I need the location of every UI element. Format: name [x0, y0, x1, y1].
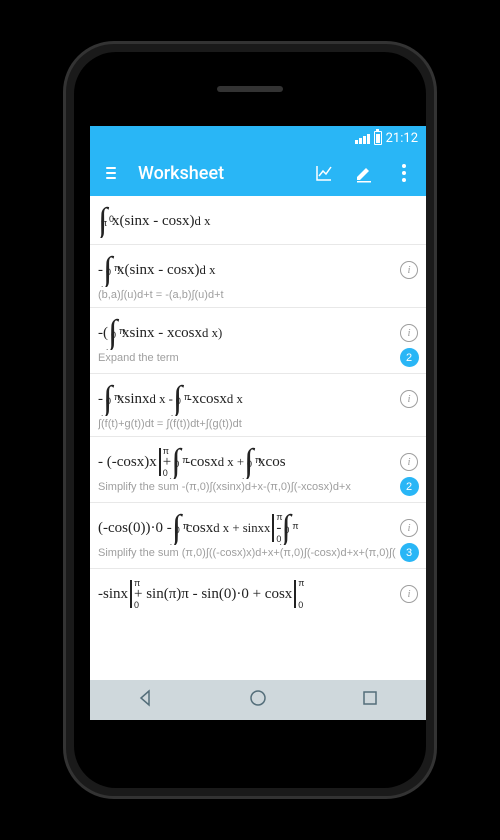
edit-icon[interactable] — [354, 163, 374, 183]
info-icon[interactable]: i — [400, 585, 418, 603]
step-hint: (b,a)∫(u)d+t = -(a,b)∫(u)d+t — [98, 289, 396, 301]
step-row[interactable]: - ∫π0 xsinxd x - ∫π0 -xcosxd x ∫(f(t)+g(… — [90, 374, 426, 437]
battery-icon — [374, 131, 382, 145]
overflow-icon[interactable] — [394, 163, 414, 183]
step-hint: Simplify the sum (π,0)∫((-cosx)x)d+x+(π,… — [98, 547, 396, 559]
step-row[interactable]: - (-cosx)x π0 + ∫π0 -cosxd x + ∫π0 xcos … — [90, 437, 426, 503]
menu-icon[interactable] — [102, 159, 120, 187]
step-row[interactable]: -( ∫π0 xsinx - xcosxd x) Expand the term… — [90, 308, 426, 374]
step-row[interactable]: -sinx π0 + sin(π)π - sin(0)·0 + cosx π0 … — [90, 569, 426, 617]
android-status-bar: 21:12 — [90, 126, 426, 150]
worksheet-content[interactable]: ∫0π x(sinx - cosx)d x - ∫π0 x(sinx - cos… — [90, 196, 426, 680]
android-nav-bar — [90, 680, 426, 720]
status-time: 21:12 — [386, 131, 418, 146]
step-count-badge[interactable]: 3 — [400, 543, 419, 562]
math-expression: - ∫π0 xsinxd x - ∫π0 -xcosxd x — [98, 382, 396, 416]
graph-icon[interactable] — [314, 163, 334, 183]
step-count-badge[interactable]: 2 — [400, 348, 419, 367]
step-hint: Expand the term — [98, 352, 396, 364]
math-expression: - ∫π0 x(sinx - cosx)d x — [98, 253, 396, 287]
recents-button[interactable] — [359, 687, 381, 713]
math-expression: ∫0π x(sinx - cosx)d x — [98, 204, 396, 238]
step-hint: Simplify the sum -(π,0)∫(xsinx)d+x-(π,0)… — [98, 481, 396, 493]
info-icon[interactable]: i — [400, 519, 418, 537]
math-expression: -sinx π0 + sin(π)π - sin(0)·0 + cosx π0 — [98, 577, 396, 611]
step-row[interactable]: - ∫π0 x(sinx - cosx)d x (b,a)∫(u)d+t = -… — [90, 245, 426, 308]
info-icon[interactable]: i — [400, 261, 418, 279]
math-expression: (-cos(0))·0 - ∫π0 cosxd x + sinxx π0 - ∫… — [98, 511, 396, 545]
math-expression: - (-cosx)x π0 + ∫π0 -cosxd x + ∫π0 xcos — [98, 445, 396, 479]
info-icon[interactable]: i — [400, 390, 418, 408]
info-icon[interactable]: i — [400, 324, 418, 342]
home-button[interactable] — [247, 687, 269, 713]
step-row[interactable]: ∫0π x(sinx - cosx)d x — [90, 196, 426, 245]
info-icon[interactable]: i — [400, 453, 418, 471]
step-count-badge[interactable]: 2 — [400, 477, 419, 496]
signal-icon — [355, 132, 370, 144]
math-expression: -( ∫π0 xsinx - xcosxd x) — [98, 316, 396, 350]
app-bar: Worksheet — [90, 150, 426, 196]
step-hint: ∫(f(t)+g(t))dt = ∫(f(t))dt+∫(g(t))dt — [98, 418, 396, 430]
back-button[interactable] — [135, 687, 157, 713]
step-row[interactable]: (-cos(0))·0 - ∫π0 cosxd x + sinxx π0 - ∫… — [90, 503, 426, 569]
page-title: Worksheet — [138, 163, 314, 184]
